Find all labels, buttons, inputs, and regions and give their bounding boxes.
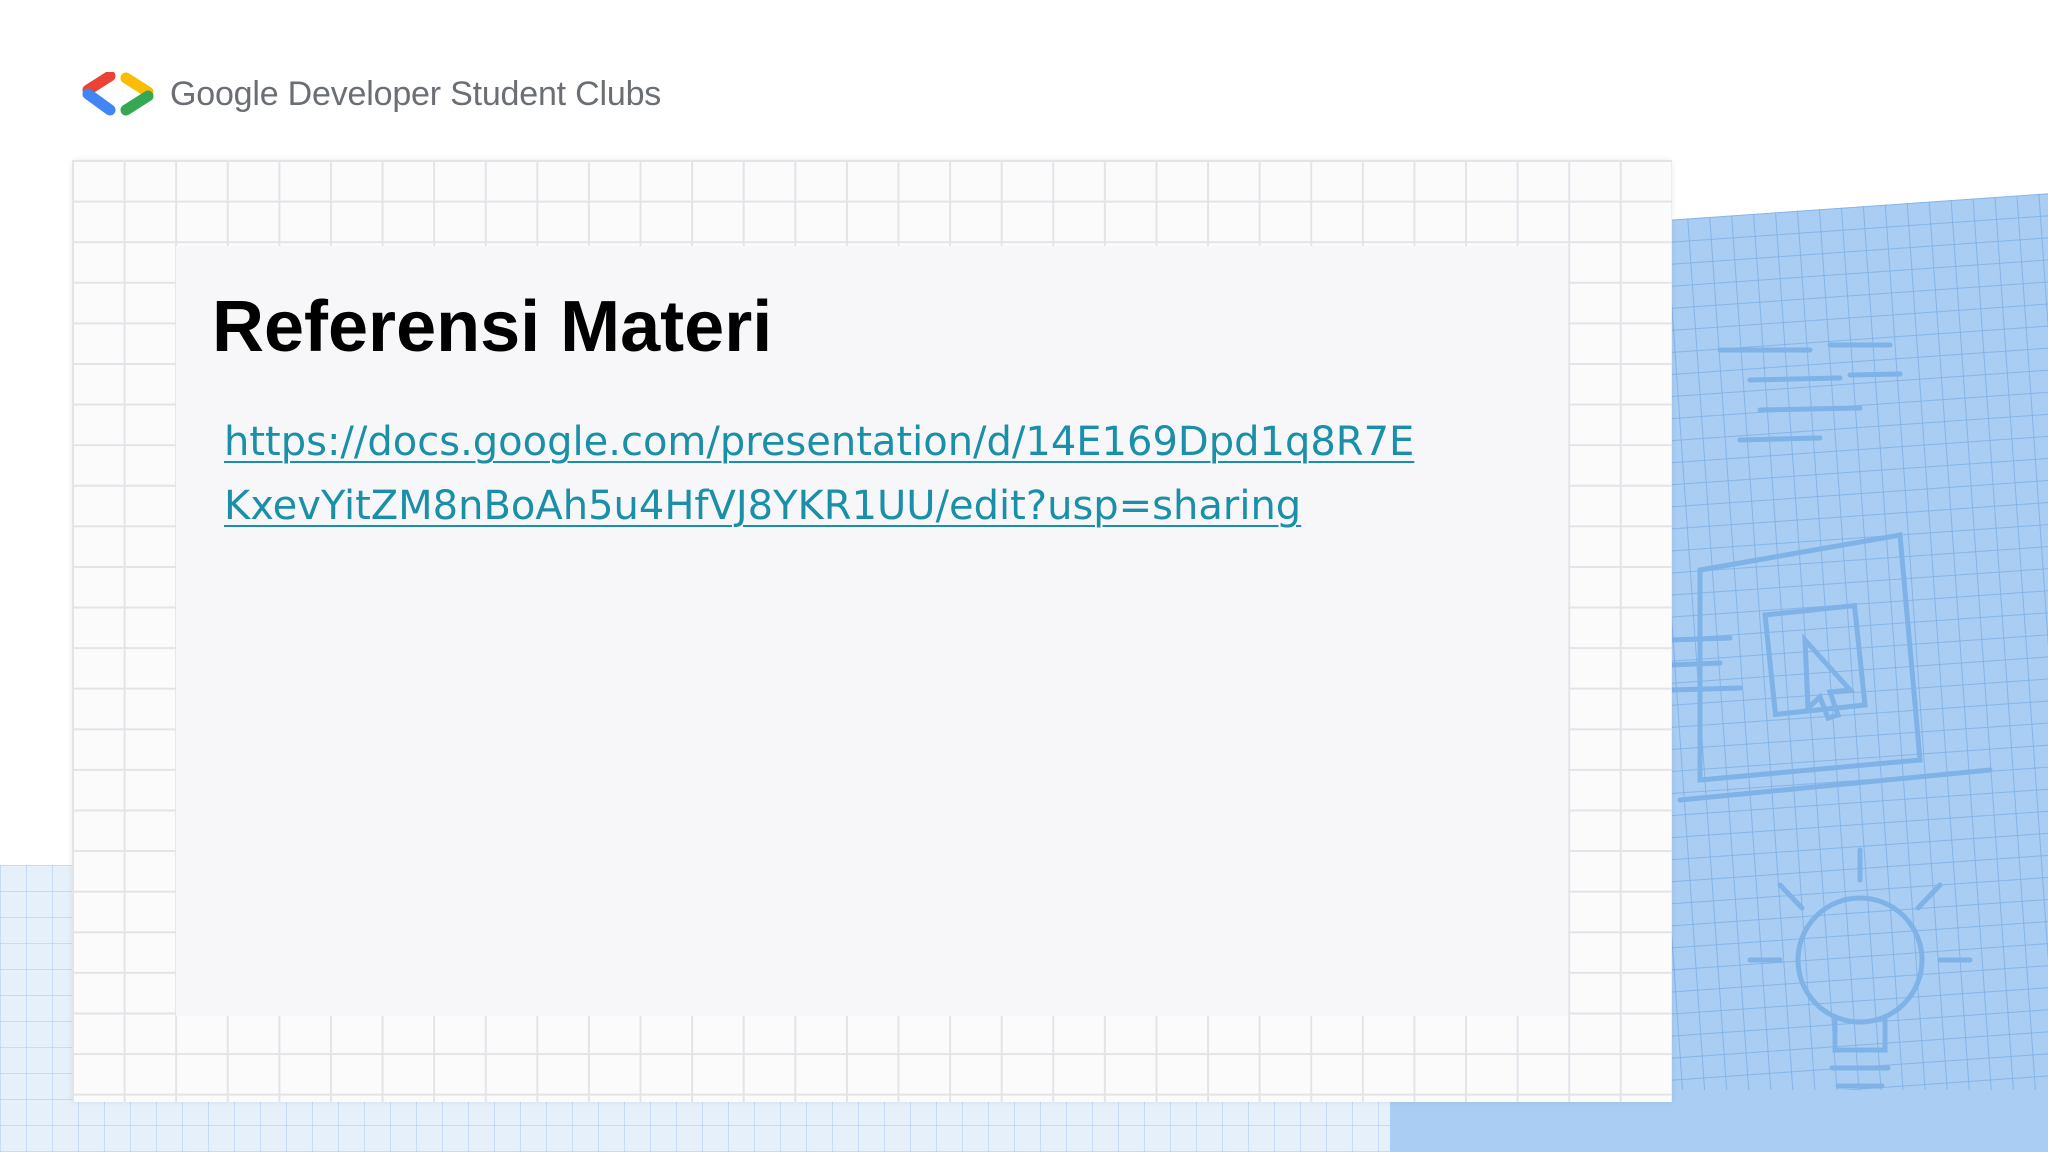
slide-title: Referensi Materi (212, 287, 773, 367)
laptop-illustration-icon (1667, 342, 1993, 803)
reference-link-line-2: KxevYitZM8nBoAh5u4HfVJ8YKR1UU/edit?usp=s… (224, 483, 1302, 529)
reference-link-line-1: https://docs.google.com/presentation/d/1… (224, 419, 1415, 465)
brand-name: Google Developer Student Clubs (170, 74, 662, 113)
gdsc-chevrons-icon (82, 72, 154, 116)
gdsc-header: Google Developer Student Clubs (80, 72, 661, 116)
lightbulb-illustration-icon (1747, 847, 1973, 1089)
slide: Google Developer Student Clubs Referensi… (0, 0, 2048, 1152)
reference-link[interactable]: https://docs.google.com/presentation/d/1… (224, 410, 1524, 538)
